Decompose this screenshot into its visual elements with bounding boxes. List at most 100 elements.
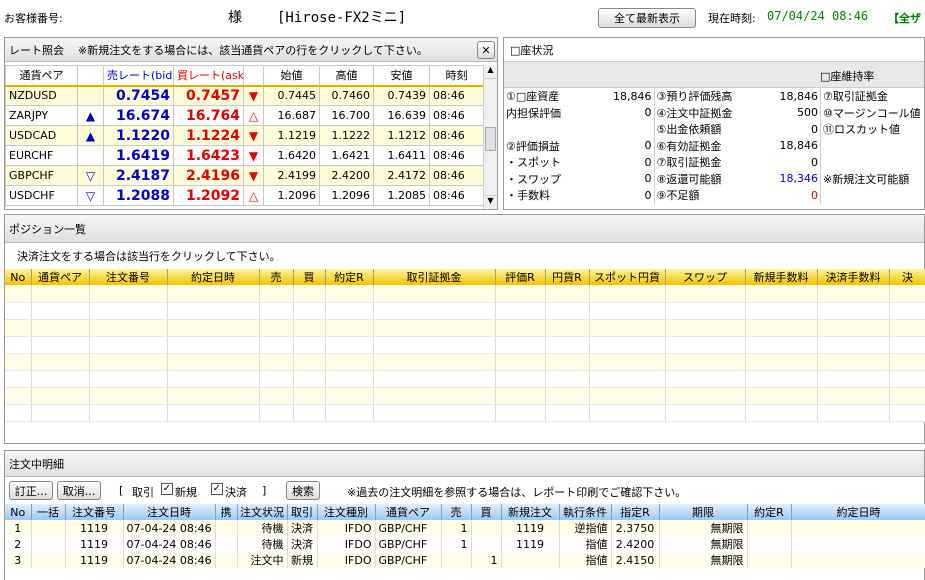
rate-col-header[interactable]: 安値 xyxy=(373,65,430,87)
account-label: ⑧返還可能額 xyxy=(656,172,722,186)
close-icon[interactable]: ✕ xyxy=(477,41,495,59)
position-col-header[interactable]: スポット円貨 xyxy=(589,269,666,285)
position-empty-cell xyxy=(373,387,496,405)
order-col-header[interactable]: 取引 xyxy=(287,504,318,520)
high-cell: 2.4200 xyxy=(319,165,374,186)
position-empty-row[interactable] xyxy=(5,285,925,303)
order-col-header[interactable]: 注文状況 xyxy=(237,504,288,520)
open-cell: 1.1219 xyxy=(263,125,320,146)
position-col-header[interactable]: 通貨ペア xyxy=(31,269,90,285)
position-col-header[interactable]: 円貨R xyxy=(545,269,590,285)
position-empty-cell xyxy=(293,404,326,422)
position-empty-row[interactable] xyxy=(5,302,925,320)
rate-scrollbar[interactable]: ▲ ▼ xyxy=(483,65,497,209)
cancel-order-button[interactable]: 取消... xyxy=(57,481,101,500)
scroll-down-icon[interactable]: ▼ xyxy=(484,195,497,209)
position-empty-cell xyxy=(495,336,546,354)
order-row[interactable]: 3 1119 07-04-24 08:46 注文中 新規 IFDO GBP/CHF 1 指値 2.… xyxy=(5,552,925,568)
position-col-header[interactable]: 新規手数料 xyxy=(745,269,818,285)
order-col-header[interactable]: 一括 xyxy=(31,504,66,520)
time-cell: 08:46 xyxy=(429,165,484,186)
rate-col-header[interactable]: 売レート(bid) xyxy=(103,65,174,87)
order-col-header[interactable]: 執行条件 xyxy=(559,504,612,520)
position-col-header[interactable]: 買 xyxy=(293,269,326,285)
position-col-header[interactable]: 約定日時 xyxy=(167,269,260,285)
scroll-thumb[interactable] xyxy=(485,127,496,151)
order-cell-rate: 2.4150 xyxy=(611,552,660,568)
trend-down-icon: △ xyxy=(243,185,264,206)
rate-col-header[interactable] xyxy=(77,65,104,87)
order-col-header[interactable]: No xyxy=(5,504,32,520)
rate-row-eurchf[interactable]: EURCHF 1.6419 1.6423 ▼ 1.6420 1.6421 1.6411 08:… xyxy=(5,145,484,166)
rate-col-header[interactable]: 始値 xyxy=(263,65,320,87)
checkbox-settle[interactable]: ✓ xyxy=(211,483,223,495)
position-empty-row[interactable] xyxy=(5,404,925,422)
rate-row-gbpchf[interactable]: GBPCHF ▽ 2.4187 2.4196 ▼ 2.4199 2.4200 2.4172 08… xyxy=(5,165,484,186)
position-col-header[interactable]: スワップ xyxy=(665,269,746,285)
order-row[interactable]: 2 1119 07-04-24 08:46 待機 決済 IFDO GBP/CHF 1 1119 指… xyxy=(5,536,925,552)
position-empty-cell xyxy=(167,319,260,337)
order-col-header[interactable]: 売 xyxy=(441,504,472,520)
trend-up-icon xyxy=(77,85,104,106)
scroll-up-icon[interactable]: ▲ xyxy=(484,65,497,79)
search-button[interactable]: 検索 xyxy=(286,481,320,500)
time-label: 現在時刻: xyxy=(708,12,756,25)
positions-title: ポジション一覧 xyxy=(9,222,86,236)
order-col-header[interactable]: 注文種別 xyxy=(317,504,376,520)
rate-row-nzdusd[interactable]: NZDUSD 0.7454 0.7457 ▼ 0.7445 0.7460 0.7439 08:… xyxy=(5,85,484,106)
rate-col-header[interactable]: 通貨ペア xyxy=(5,65,78,87)
order-row[interactable]: 1 1119 07-04-24 08:46 待機 決済 IFDO GBP/CHF 1 1119 逆… xyxy=(5,520,925,536)
position-empty-row[interactable] xyxy=(5,319,925,337)
order-col-header[interactable]: 買 xyxy=(471,504,502,520)
position-empty-row[interactable] xyxy=(5,387,925,405)
account-row: ③預り評価残高 18,846 xyxy=(655,88,821,105)
order-cell-dt: 07-04-24 08:46 xyxy=(123,536,216,552)
open-cell: 0.7445 xyxy=(263,85,320,106)
order-col-header[interactable]: 指定R xyxy=(611,504,660,520)
position-empty-row[interactable] xyxy=(5,336,925,354)
rate-row-usdchf[interactable]: USDCHF ▽ 1.2088 1.2092 △ 1.2096 1.2096 1.2085 08… xyxy=(5,185,484,206)
position-col-header[interactable]: 注文番号 xyxy=(89,269,168,285)
trend-down-icon: △ xyxy=(243,105,264,126)
position-empty-cell xyxy=(545,387,590,405)
rate-col-header[interactable] xyxy=(243,65,264,87)
order-col-header[interactable]: 注文番号 xyxy=(65,504,124,520)
position-col-header[interactable]: 決済手数料 xyxy=(817,269,890,285)
ask-cell: 1.6423 xyxy=(173,145,244,166)
refresh-all-button[interactable]: 全て最新表示 xyxy=(598,8,696,28)
rate-col-header[interactable]: 買レート(ask) xyxy=(173,65,244,87)
rate-col-header[interactable]: 高値 xyxy=(319,65,374,87)
position-empty-row[interactable] xyxy=(5,370,925,388)
position-empty-row[interactable] xyxy=(5,353,925,371)
checkbox-new[interactable]: ✓ xyxy=(161,483,173,495)
edit-order-button[interactable]: 訂正... xyxy=(9,481,53,500)
rate-col-header[interactable]: 時刻 xyxy=(429,65,484,87)
account-row xyxy=(821,187,924,204)
order-col-header[interactable]: 約定R xyxy=(747,504,792,520)
position-col-header[interactable]: 取引証拠金 xyxy=(373,269,496,285)
position-col-header[interactable]: No xyxy=(5,269,32,285)
account-maint-bar: □座維持率 xyxy=(504,62,924,88)
time-cell: 08:46 xyxy=(429,185,484,206)
position-empty-cell xyxy=(167,370,260,388)
position-col-header[interactable]: 評価R xyxy=(495,269,546,285)
order-cell-neworder: 1119 xyxy=(501,536,560,552)
order-col-header[interactable]: 新規注文 xyxy=(501,504,560,520)
rate-row-usdcad[interactable]: USDCAD ▲ 1.1220 1.1224 ▼ 1.1219 1.1222 1.1212 08… xyxy=(5,125,484,146)
order-col-header[interactable]: 約定日時 xyxy=(791,504,925,520)
position-col-header[interactable]: 約定R xyxy=(325,269,374,285)
position-empty-cell xyxy=(31,353,90,371)
position-col-header[interactable]: 売 xyxy=(259,269,294,285)
position-empty-cell xyxy=(259,404,294,422)
order-col-header[interactable]: 通貨ペア xyxy=(375,504,442,520)
position-col-header[interactable]: 決 xyxy=(889,269,925,285)
order-col-header[interactable]: 期限 xyxy=(659,504,748,520)
order-cell-pair: GBP/CHF xyxy=(375,536,442,552)
position-empty-cell xyxy=(293,319,326,337)
position-empty-cell xyxy=(167,387,260,405)
order-col-header[interactable]: 注文日時 xyxy=(123,504,216,520)
account-row: ・手数料 0 xyxy=(504,187,654,204)
order-col-header[interactable]: 携 xyxy=(215,504,238,520)
rate-row-zarjpy[interactable]: ZARJPY ▲ 16.674 16.764 △ 16.687 16.700 16.639 08… xyxy=(5,105,484,126)
order-cell-num: 1119 xyxy=(65,536,124,552)
